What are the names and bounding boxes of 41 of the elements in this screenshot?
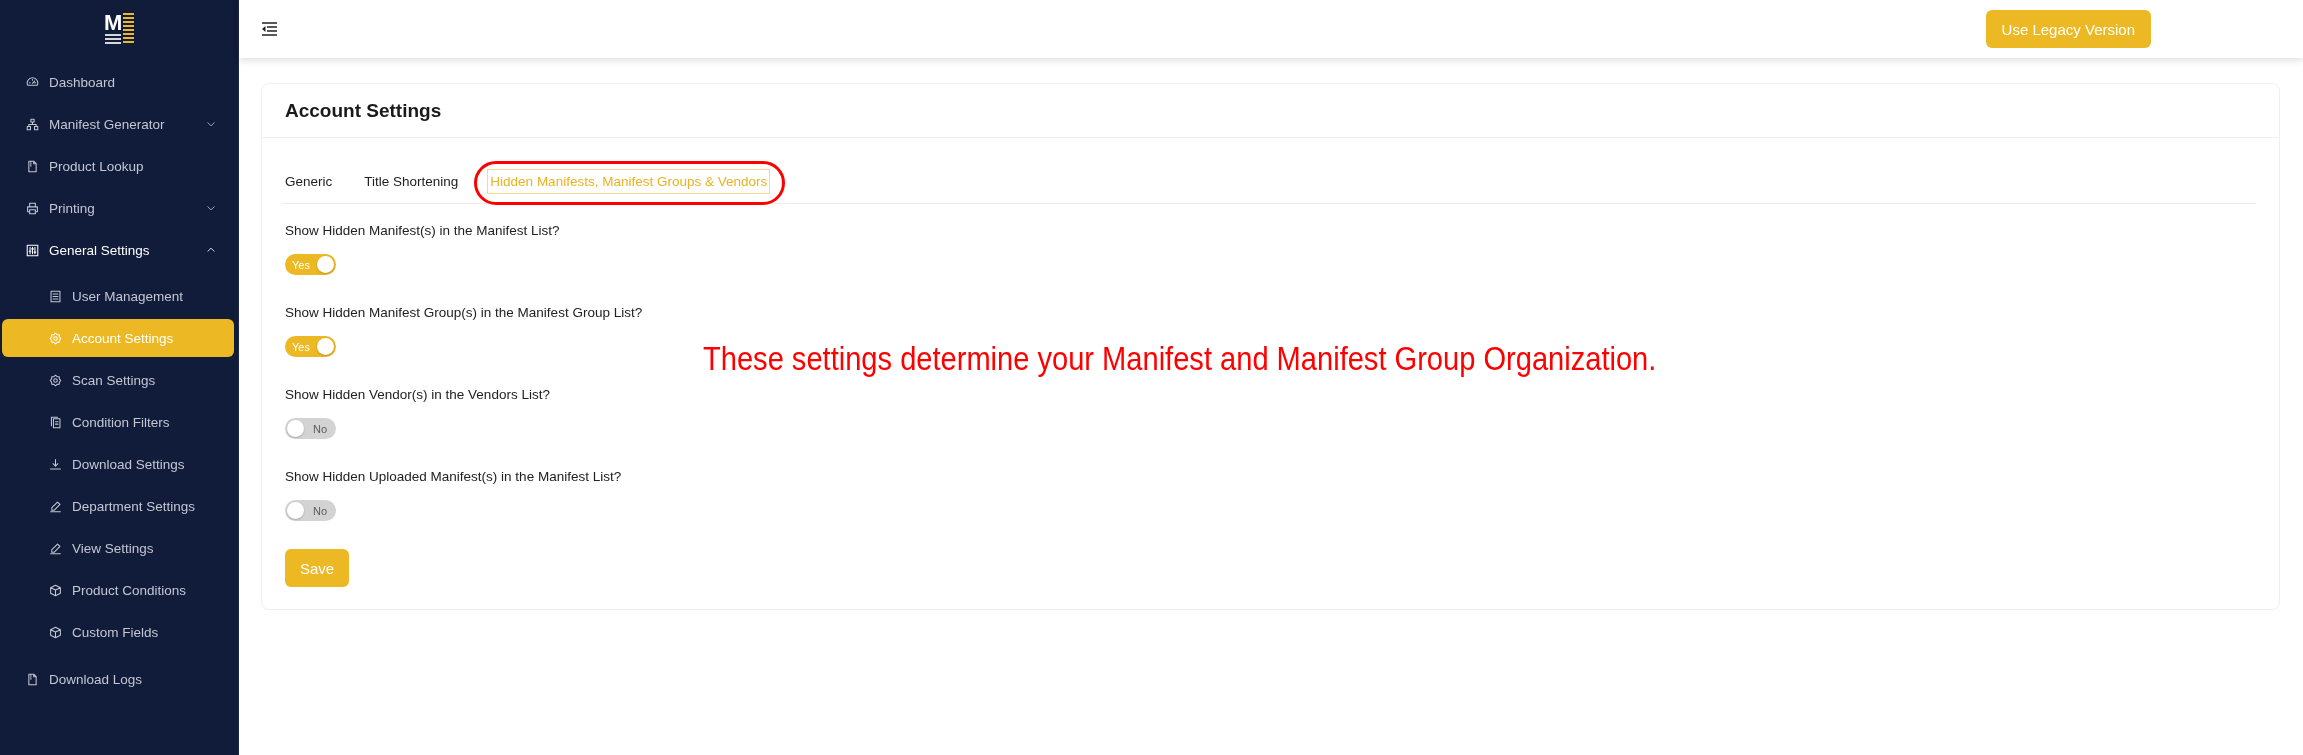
setting-label: Show Hidden Vendor(s) in the Vendors List?: [285, 387, 551, 403]
sidebar-item[interactable]: Download Settings: [2, 445, 234, 483]
document-icon: [26, 159, 39, 173]
sidebar-item[interactable]: Department Settings: [2, 487, 234, 525]
sidebar-item[interactable]: Condition Filters: [2, 403, 234, 441]
sidebar-item[interactable]: Product Lookup: [2, 147, 234, 185]
sidebar-item[interactable]: Download Logs: [2, 660, 234, 698]
download-icon: [49, 457, 62, 471]
printer-icon: [26, 201, 39, 215]
toggle-switch[interactable]: No: [285, 418, 336, 439]
list-icon: [49, 289, 62, 303]
document-icon: [26, 672, 39, 686]
settings-icon: [49, 331, 62, 345]
pencil-icon: [49, 541, 62, 555]
gauge-icon: [26, 75, 39, 89]
copy-icon: [49, 415, 62, 429]
sidebar-item[interactable]: Printing: [2, 189, 234, 227]
toggle-switch[interactable]: No: [285, 500, 336, 521]
setting-label: Show Hidden Manifest Group(s) in the Manifest Group List?: [285, 305, 644, 321]
sliders-icon: [26, 243, 39, 257]
annotation-text: These settings determine your Manifest and Manifest Group Organization.: [703, 338, 1657, 378]
sidebar-item[interactable]: Scan Settings: [2, 361, 234, 399]
setting-label: Show Hidden Manifest(s) in the Manifest List?: [285, 223, 561, 239]
sidebar-item[interactable]: General Settings: [2, 231, 234, 269]
cube-icon: [49, 625, 62, 639]
sidebar-item[interactable]: Manifest Generator: [2, 105, 234, 143]
card-title: Account Settings: [285, 99, 442, 122]
sidebar-item[interactable]: User Management: [2, 277, 234, 315]
sidebar-item[interactable]: Custom Fields: [2, 613, 234, 651]
sidebar-item[interactable]: Product Conditions: [2, 571, 234, 609]
settings-icon: [49, 373, 62, 387]
tab[interactable]: Generic: [282, 169, 336, 194]
pencil-icon: [49, 499, 62, 513]
sidebar-item[interactable]: View Settings: [2, 529, 234, 567]
hierarchy-icon: [26, 117, 39, 131]
cube-icon: [49, 583, 62, 597]
setting-label: Show Hidden Uploaded Manifest(s) in the Manifest List?: [285, 469, 623, 485]
logo: M: [104, 11, 134, 47]
tab[interactable]: Title Shortening: [361, 169, 462, 194]
sidebar-item[interactable]: Dashboard: [2, 63, 234, 101]
menu-icon[interactable]: [261, 21, 278, 37]
